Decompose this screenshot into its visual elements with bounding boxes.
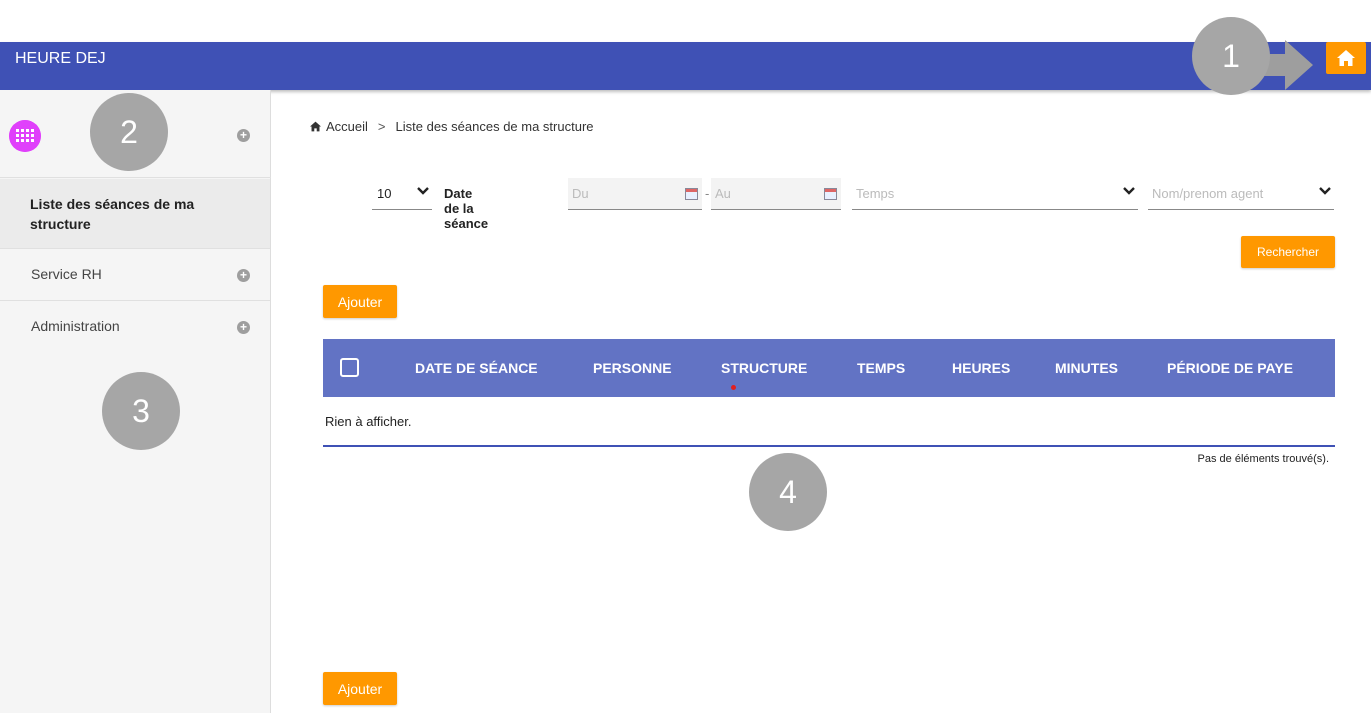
add-button-top[interactable]: Ajouter xyxy=(323,285,397,318)
table-header: DATE DE SÉANCE PERSONNE STRUCTURE TEMPS … xyxy=(323,339,1335,397)
callout-badge-2: 2 xyxy=(90,93,168,171)
column-temps[interactable]: TEMPS xyxy=(857,360,905,376)
date-to-placeholder: Au xyxy=(715,186,731,201)
chevron-down-icon xyxy=(417,187,429,195)
chevron-down-icon xyxy=(1123,187,1135,195)
temps-placeholder: Temps xyxy=(856,186,895,201)
date-from-input[interactable]: Du xyxy=(568,178,702,210)
breadcrumb-current: Liste des séances de ma structure xyxy=(395,119,594,134)
column-date-seance[interactable]: DATE DE SÉANCE xyxy=(415,360,538,376)
calendar-icon[interactable] xyxy=(685,188,698,200)
agent-placeholder: Nom/prenom agent xyxy=(1152,186,1264,201)
column-minutes[interactable]: MINUTES xyxy=(1055,360,1118,376)
page-size-select[interactable]: 10 xyxy=(372,178,432,210)
breadcrumb-separator: > xyxy=(377,119,386,134)
chevron-down-icon xyxy=(1319,187,1331,195)
date-to-input[interactable]: Au xyxy=(711,178,841,210)
sidebar-item-label: Administration xyxy=(31,318,120,334)
avatar-pattern-icon xyxy=(9,120,41,152)
home-icon xyxy=(1337,50,1355,66)
calendar-icon[interactable] xyxy=(824,188,837,200)
agent-select[interactable]: Nom/prenom agent xyxy=(1148,178,1334,210)
column-personne[interactable]: PERSONNE xyxy=(593,360,672,376)
column-periode-de-paye[interactable]: PÉRIODE DE PAYE xyxy=(1167,360,1293,376)
expand-plus-icon[interactable]: + xyxy=(237,321,250,334)
avatar[interactable] xyxy=(9,120,41,152)
home-button[interactable] xyxy=(1326,42,1366,74)
expand-plus-icon[interactable]: + xyxy=(237,269,250,282)
callout-badge-1: 1 xyxy=(1192,17,1270,95)
results-table: DATE DE SÉANCE PERSONNE STRUCTURE TEMPS … xyxy=(323,339,1335,447)
expand-plus-icon[interactable]: + xyxy=(237,129,250,142)
search-button[interactable]: Rechercher xyxy=(1241,236,1335,268)
sidebar-item-administration[interactable]: Administration + xyxy=(0,301,270,353)
date-filter-label: Date de la séance xyxy=(444,186,489,231)
page-size-value: 10 xyxy=(377,186,392,201)
home-icon xyxy=(310,121,321,132)
results-count: Pas de éléments trouvé(s). xyxy=(1197,453,1329,465)
table-empty-row: Rien à afficher. xyxy=(323,397,1335,447)
sidebar-item-liste-seances[interactable]: Liste des séances de ma structure xyxy=(0,179,270,249)
app-title: HEURE DEJ xyxy=(15,50,106,67)
date-range-dash: - xyxy=(705,186,710,201)
callout-badge-3: 3 xyxy=(102,372,180,450)
sidebar-item-service-rh[interactable]: Service RH + xyxy=(0,249,270,301)
sidebar-item-label: Service RH xyxy=(31,266,102,282)
breadcrumb-home-link[interactable]: Accueil xyxy=(326,119,368,134)
empty-message: Rien à afficher. xyxy=(325,414,412,429)
breadcrumb: Accueil > Liste des séances de ma struct… xyxy=(309,119,594,134)
sidebar-item-label: Liste des séances de ma structure xyxy=(30,196,195,232)
callout-badge-4: 4 xyxy=(749,453,827,531)
date-from-placeholder: Du xyxy=(572,186,589,201)
select-all-checkbox[interactable] xyxy=(340,358,359,377)
column-heures[interactable]: HEURES xyxy=(952,360,1010,376)
top-bar: HEURE DEJ xyxy=(0,42,1371,90)
sort-indicator xyxy=(731,385,736,390)
temps-select[interactable]: Temps xyxy=(852,178,1138,210)
column-structure[interactable]: STRUCTURE xyxy=(721,360,807,376)
add-button-bottom[interactable]: Ajouter xyxy=(323,672,397,705)
